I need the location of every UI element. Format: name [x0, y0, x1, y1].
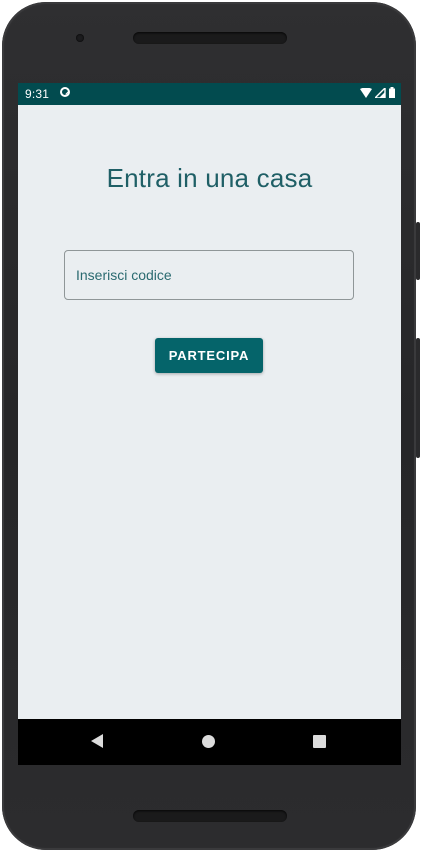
sync-icon: [60, 87, 70, 97]
status-time: 9:31: [25, 87, 50, 101]
power-button: [416, 338, 420, 458]
signal-icon: [375, 87, 386, 98]
battery-icon: [389, 87, 395, 98]
bottom-speaker: [133, 810, 287, 822]
join-button[interactable]: PARTECIPA: [155, 338, 263, 373]
recents-icon[interactable]: [313, 735, 326, 748]
volume-button: [416, 222, 420, 280]
wifi-icon: [360, 87, 372, 98]
page-title: Entra in una casa: [106, 163, 313, 193]
navigation-bar: [18, 719, 401, 765]
earpiece-speaker: [133, 32, 287, 44]
front-camera: [76, 34, 84, 42]
status-icons: [360, 87, 395, 98]
code-input[interactable]: [64, 250, 354, 300]
back-icon[interactable]: [91, 734, 103, 748]
home-icon[interactable]: [202, 735, 215, 748]
app-screen: 9:31 Entra in una casa PARTECIPA: [18, 83, 401, 765]
status-bar: 9:31: [18, 83, 401, 105]
